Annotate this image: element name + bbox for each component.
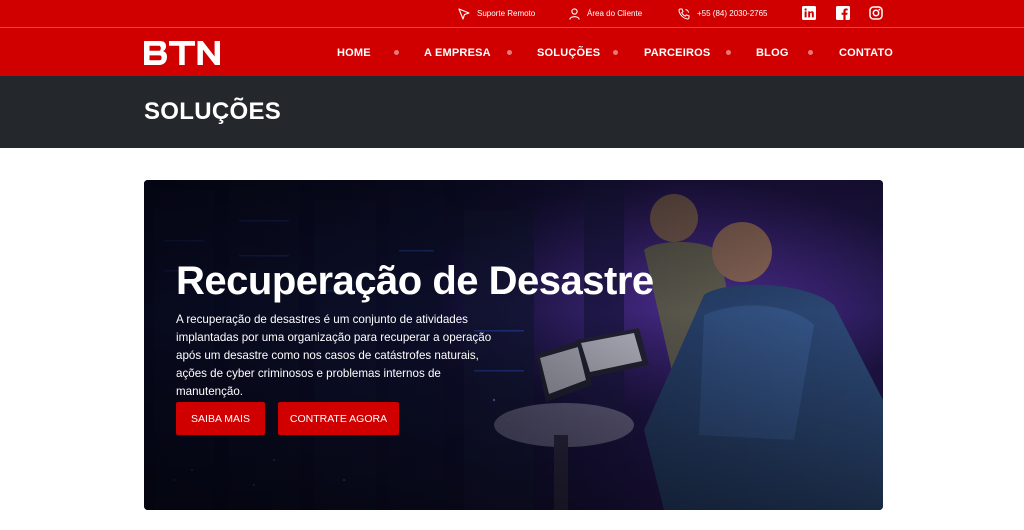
page-title: SOLUÇÕES: [144, 98, 282, 125]
btn-logo[interactable]: [144, 41, 220, 65]
hero-title: Recuperação de Desastre: [176, 259, 654, 303]
remote-support-label: Suporte Remoto: [477, 9, 536, 18]
hero-description: A recuperação de desastres é um conjunto…: [176, 313, 492, 398]
nav-home[interactable]: HOME: [337, 28, 371, 77]
phone-icon: [678, 8, 690, 20]
nav-solucoes[interactable]: SOLUÇÕES: [537, 28, 600, 77]
nav-parceiros[interactable]: PARCEIROS: [644, 28, 710, 77]
linkedin-icon[interactable]: [802, 6, 816, 20]
nav-contato[interactable]: CONTATO: [839, 28, 893, 77]
hero-banner: Recuperação de Desastre A recuperação de…: [144, 180, 883, 510]
client-area-link[interactable]: Área do Cliente: [569, 0, 642, 27]
cursor-icon: [458, 7, 470, 20]
main-navbar: HOME A EMPRESA SOLUÇÕES PARCEIROS BLOG C…: [0, 27, 1024, 76]
nav-separator-dot: [394, 50, 399, 55]
user-icon: [569, 7, 580, 20]
contrate-agora-button[interactable]: CONTRATE AGORA: [278, 402, 399, 435]
phone-label: +55 (84) 2030-2765: [697, 9, 768, 18]
remote-support-link[interactable]: Suporte Remoto: [458, 0, 535, 27]
top-utility-bar: Suporte Remoto Área do Cliente +55 (84) …: [0, 0, 1024, 27]
nav-a-empresa[interactable]: A EMPRESA: [424, 28, 491, 77]
facebook-icon[interactable]: [836, 6, 850, 20]
phone-link[interactable]: +55 (84) 2030-2765: [678, 0, 768, 27]
nav-separator-dot: [613, 50, 618, 55]
nav-blog[interactable]: BLOG: [756, 28, 789, 77]
saiba-mais-button[interactable]: SAIBA MAIS: [176, 402, 265, 435]
instagram-icon[interactable]: [869, 6, 883, 20]
page-title-bar: SOLUÇÕES: [0, 76, 1024, 148]
nav-separator-dot: [726, 50, 731, 55]
nav-separator-dot: [808, 50, 813, 55]
nav-separator-dot: [507, 50, 512, 55]
client-area-label: Área do Cliente: [587, 9, 643, 18]
